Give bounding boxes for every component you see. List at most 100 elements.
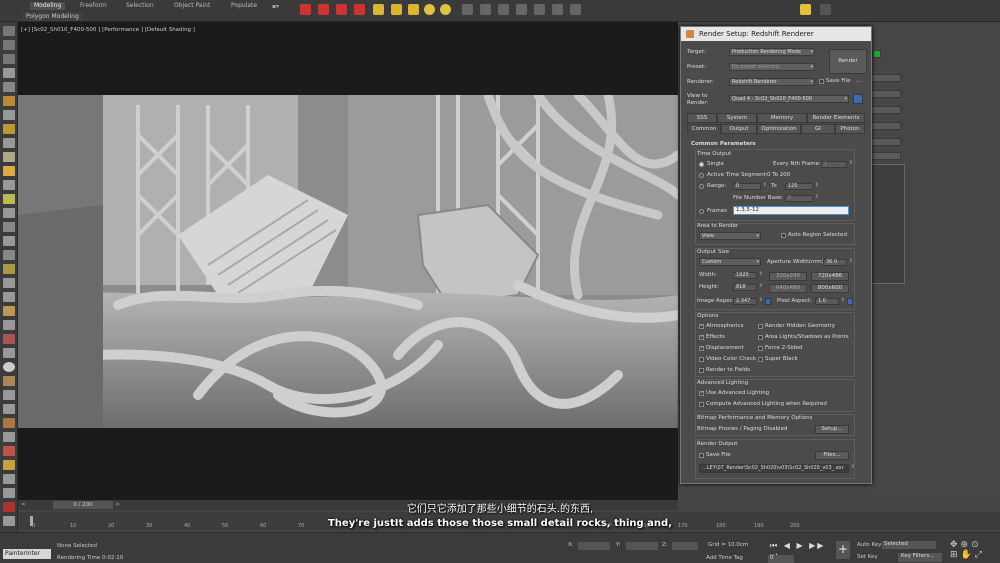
tab-populate[interactable]: Populate <box>231 2 257 10</box>
ribbon-more-icon[interactable]: ▪▾ <box>272 3 279 10</box>
super-black-checkbox[interactable] <box>758 357 763 362</box>
common-parameters-rollout[interactable]: Common Parameters <box>691 141 756 148</box>
preset-dropdown[interactable]: No preset selected <box>729 63 815 71</box>
tab-object-paint[interactable]: Object Paint <box>174 2 210 10</box>
set-key-button[interactable]: Set Key <box>857 554 878 560</box>
noise-icon[interactable] <box>3 208 15 218</box>
save-file-checkbox[interactable] <box>819 79 824 84</box>
sun-icon[interactable] <box>424 4 435 15</box>
preset-800x600-button[interactable]: 800x600 <box>811 284 849 293</box>
align-icon[interactable] <box>3 278 15 288</box>
paint-icon[interactable] <box>3 124 15 134</box>
area-to-render-dropdown[interactable]: View <box>699 232 761 240</box>
teapot-render-icon[interactable] <box>300 4 311 15</box>
lattice-icon[interactable] <box>3 432 15 442</box>
tab-gi[interactable]: GI <box>801 124 835 134</box>
tab-common[interactable]: Common <box>687 124 721 134</box>
auto-region-checkbox[interactable] <box>781 233 786 238</box>
rotate-icon[interactable] <box>3 54 15 64</box>
preset-720x486-button[interactable]: 720x486 <box>811 272 849 281</box>
auto-key-button[interactable]: Auto Key <box>857 542 882 548</box>
revert-icon[interactable] <box>3 250 15 260</box>
sphere-brush-icon[interactable] <box>3 362 15 372</box>
sky-icon[interactable] <box>440 4 451 15</box>
camera-icon[interactable] <box>480 4 491 15</box>
snap-icon[interactable] <box>3 292 15 302</box>
pixel-aspect-lock-icon[interactable] <box>847 298 853 305</box>
fire-icon[interactable] <box>3 446 15 456</box>
select-icon[interactable] <box>3 26 15 36</box>
stroke-icon[interactable] <box>3 376 15 386</box>
dialog-title[interactable]: Render Setup: Redshift Renderer <box>681 27 871 41</box>
panel-button-6[interactable] <box>871 152 901 160</box>
target-dropdown[interactable]: Production Rendering Mode <box>729 48 815 56</box>
add-time-tag[interactable]: Add Time Tag <box>706 555 743 561</box>
plane-icon[interactable] <box>570 4 581 15</box>
files-button[interactable]: Files... <box>815 451 849 460</box>
stamp-icon[interactable] <box>3 390 15 400</box>
renderer-dropdown[interactable]: Redshift Renderer <box>729 78 815 86</box>
tab-polygon-modeling[interactable]: Polygon Modeling <box>22 12 83 21</box>
tab-output[interactable]: Output <box>721 124 757 134</box>
tab-memory[interactable]: Memory <box>757 113 807 123</box>
z-coordinate-field[interactable] <box>672 542 698 550</box>
active-segment-radio[interactable] <box>699 173 704 178</box>
image-aspect-lock-icon[interactable] <box>765 298 771 305</box>
render-iterative-icon[interactable] <box>354 4 365 15</box>
range-from-spinner[interactable]: 0 <box>733 183 767 190</box>
scale-icon[interactable] <box>3 68 15 78</box>
mask-icon[interactable] <box>3 320 15 330</box>
single-radio[interactable] <box>699 162 704 167</box>
render-save-file-checkbox[interactable] <box>699 453 704 458</box>
scene-explorer-icon[interactable] <box>820 4 831 15</box>
tab-selection[interactable]: Selection <box>126 2 154 10</box>
layers-icon[interactable] <box>800 4 811 15</box>
range-radio[interactable] <box>699 184 704 189</box>
preset-320x240-button[interactable]: 320x240 <box>769 272 807 281</box>
grid-icon[interactable] <box>462 4 473 15</box>
cloth-icon[interactable] <box>3 488 15 498</box>
force-2-sided-checkbox[interactable] <box>758 346 763 351</box>
render-output-path[interactable]: ...LEY\07_Render\Sc02_Sh020\v03\Sc02_Sh0… <box>699 464 855 473</box>
mirror-icon[interactable] <box>3 264 15 274</box>
sphere-icon[interactable] <box>516 4 527 15</box>
current-frame-field[interactable]: 0 <box>768 555 794 563</box>
tab-system[interactable]: System <box>717 113 757 123</box>
bitmap-setup-button[interactable]: Setup... <box>815 425 849 434</box>
workspace-selector[interactable]: PainterInter <box>3 549 51 559</box>
file-number-base-spinner[interactable]: 0 <box>785 195 819 202</box>
use-advanced-lighting-checkbox[interactable]: ✓ <box>699 391 704 396</box>
pinch-icon[interactable] <box>3 166 15 176</box>
image-aspect-spinner[interactable]: 2.347 <box>733 298 763 305</box>
frames-input[interactable]: 1,3,5-12 <box>733 206 849 215</box>
pin-icon[interactable] <box>3 306 15 316</box>
cut-icon[interactable] <box>3 474 15 484</box>
tab-render-elements[interactable]: Render Elements <box>807 113 865 123</box>
pixel-aspect-spinner[interactable]: 1.0 <box>815 298 845 305</box>
preset-640x480-button[interactable]: 640x480 <box>769 284 807 293</box>
x-coordinate-field[interactable] <box>578 542 610 550</box>
grab-icon[interactable] <box>3 152 15 162</box>
smooth-icon[interactable] <box>3 138 15 148</box>
color-swatch[interactable] <box>873 50 881 58</box>
cube-icon[interactable] <box>498 4 509 15</box>
area-lights-checkbox[interactable] <box>758 335 763 340</box>
panel-button-5[interactable] <box>871 138 901 146</box>
effects-checkbox[interactable]: ✓ <box>699 335 704 340</box>
compute-advanced-lighting-checkbox[interactable] <box>699 402 704 407</box>
panel-button-1[interactable] <box>871 74 901 82</box>
modifier-stack[interactable] <box>871 164 905 284</box>
frames-radio[interactable] <box>699 209 704 214</box>
tab-freeform[interactable]: Freeform <box>80 2 107 10</box>
output-size-dropdown[interactable]: Custom <box>699 258 761 266</box>
falloff-icon[interactable] <box>3 334 15 344</box>
sculpt-icon[interactable] <box>3 110 15 120</box>
box-icon[interactable] <box>534 4 545 15</box>
render-to-fields-checkbox[interactable] <box>699 368 704 373</box>
aperture-spinner[interactable]: 36.0 <box>823 259 853 266</box>
panel-button-4[interactable] <box>871 122 901 130</box>
spray-icon[interactable] <box>3 404 15 414</box>
move-icon[interactable] <box>3 40 15 50</box>
cylinder-icon[interactable] <box>552 4 563 15</box>
render-hidden-geometry-checkbox[interactable] <box>758 324 763 329</box>
